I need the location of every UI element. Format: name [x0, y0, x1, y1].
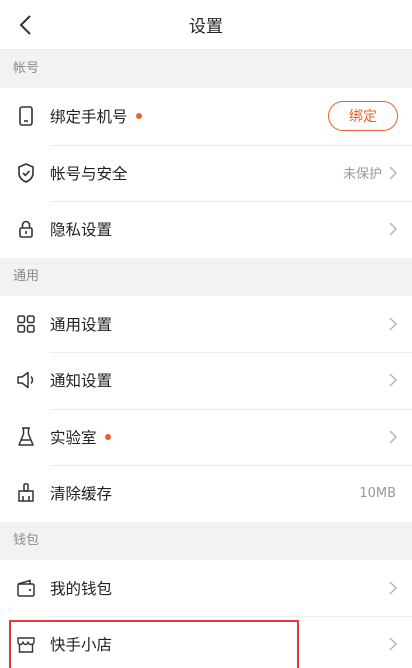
row-label: 我的钱包: [50, 579, 113, 598]
group-general: 通用设置 通知设置 实验室 清除缓存 10MB: [0, 295, 412, 522]
chevron-right-icon: [386, 317, 400, 331]
grid-icon: [14, 312, 38, 336]
chevron-right-icon: [386, 166, 400, 180]
chevron-right-icon: [386, 637, 400, 651]
row-label: 帐号与安全: [50, 164, 128, 183]
wallet-icon: [14, 576, 38, 600]
cache-size: 10MB: [359, 485, 396, 501]
chevron-right-icon: [386, 581, 400, 595]
page-title: 设置: [189, 17, 223, 37]
speaker-icon: [14, 368, 38, 392]
flask-icon: [14, 425, 38, 449]
row-label: 绑定手机号: [50, 108, 128, 127]
shield-icon: [14, 161, 38, 185]
broom-icon: [14, 481, 38, 505]
row-label: 通用设置: [50, 315, 113, 334]
bind-button[interactable]: 绑定: [328, 101, 398, 132]
row-label: 隐私设置: [50, 221, 113, 240]
shop-icon: [14, 632, 38, 656]
back-button[interactable]: [10, 10, 40, 40]
row-lab[interactable]: 实验室: [0, 408, 412, 466]
nav-bar: 设置: [0, 0, 412, 50]
row-label: 通知设置: [50, 372, 113, 391]
row-privacy[interactable]: 隐私设置: [0, 201, 412, 258]
phone-icon: [14, 104, 38, 128]
chevron-right-icon: [386, 430, 400, 444]
chevron-right-icon: [386, 222, 400, 236]
row-clear-cache[interactable]: 清除缓存 10MB: [0, 465, 412, 522]
security-status: 未保护: [342, 167, 382, 183]
row-account-security[interactable]: 帐号与安全 未保护: [0, 144, 412, 202]
row-general-settings[interactable]: 通用设置: [0, 296, 412, 353]
lock-icon: [14, 217, 38, 241]
row-label: 快手小店: [50, 636, 113, 655]
group-account: 绑定手机号 绑定 帐号与安全 未保护 隐私设置: [0, 88, 412, 258]
chevron-left-icon: [19, 15, 31, 35]
group-wallet: 我的钱包 快手小店: [0, 559, 412, 668]
row-bind-phone[interactable]: 绑定手机号 绑定: [0, 88, 412, 145]
row-notifications[interactable]: 通知设置: [0, 352, 412, 409]
row-my-wallet[interactable]: 我的钱包: [0, 560, 412, 617]
row-shop[interactable]: 快手小店: [0, 616, 412, 668]
section-label-account: 帐号: [0, 50, 412, 88]
row-label: 清除缓存: [50, 485, 113, 504]
section-label-wallet: 钱包: [0, 521, 412, 560]
new-dot: [135, 113, 142, 120]
chevron-right-icon: [386, 373, 400, 387]
section-label-general: 通用: [0, 257, 412, 296]
new-dot: [104, 433, 111, 440]
row-label: 实验室: [50, 428, 97, 447]
